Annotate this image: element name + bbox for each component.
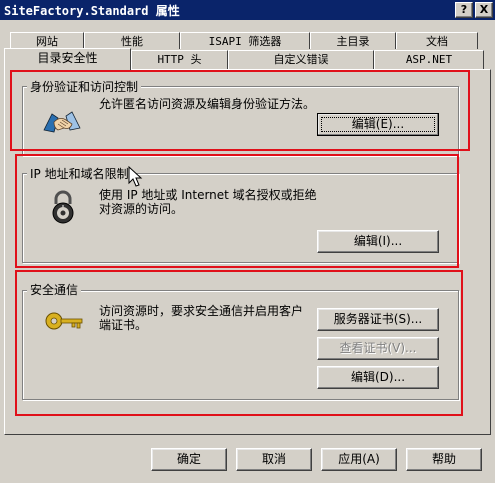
tab-performance[interactable]: 性能	[84, 32, 180, 49]
highlight-ip-section	[15, 154, 459, 268]
tab-directory-security[interactable]: 目录安全性	[4, 48, 131, 71]
highlight-secure-section	[15, 270, 463, 416]
window-title: SiteFactory.Standard 属性	[4, 4, 180, 18]
apply-button[interactable]: 应用(A)	[321, 448, 397, 471]
tab-documents[interactable]: 文档	[396, 32, 478, 49]
ok-button[interactable]: 确定	[151, 448, 227, 471]
help-title-button[interactable]: ?	[455, 2, 473, 18]
close-title-button[interactable]: X	[475, 2, 493, 18]
tab-custom-errors[interactable]: 自定义错误	[228, 50, 374, 69]
tab-website[interactable]: 网站	[10, 32, 84, 49]
cancel-button[interactable]: 取消	[236, 448, 312, 471]
highlight-auth-section	[10, 70, 470, 151]
help-button[interactable]: 帮助	[406, 448, 482, 471]
tab-aspnet[interactable]: ASP.NET	[374, 50, 484, 69]
tab-isapi-filters[interactable]: ISAPI 筛选器	[180, 32, 310, 49]
tab-http-headers[interactable]: HTTP 头	[131, 50, 228, 69]
tab-home-directory[interactable]: 主目录	[310, 32, 396, 49]
